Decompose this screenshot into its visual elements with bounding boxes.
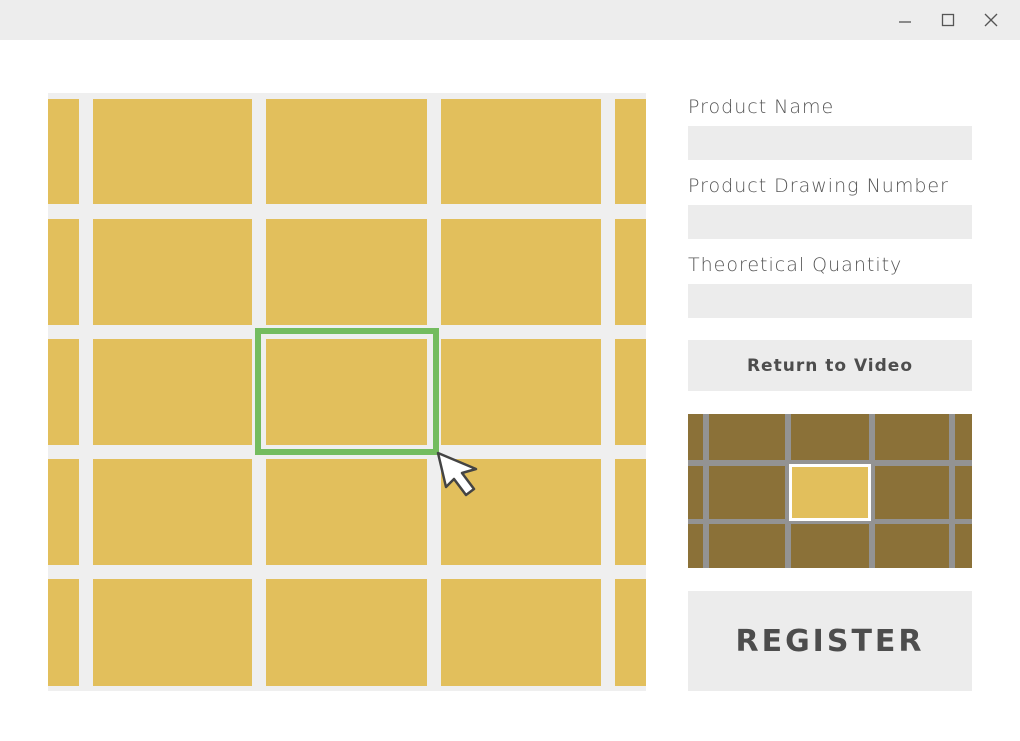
minimap-cell[interactable] — [688, 466, 703, 519]
return-to-video-button[interactable]: Return to Video — [688, 340, 972, 391]
minimap-cell[interactable] — [688, 414, 703, 460]
grid-cell[interactable] — [93, 219, 252, 325]
theoretical-quantity-label: Theoretical Quantity — [688, 254, 903, 276]
grid-cell[interactable] — [615, 579, 646, 686]
grid-cell[interactable] — [441, 579, 601, 686]
minimap-cell[interactable] — [955, 466, 972, 519]
grid-cell[interactable] — [93, 99, 252, 204]
product-drawing-number-input[interactable] — [688, 205, 972, 239]
product-name-input[interactable] — [688, 126, 972, 160]
theoretical-quantity-input[interactable] — [688, 284, 972, 318]
product-name-label: Product Name — [688, 96, 835, 118]
minimap-cell[interactable] — [709, 414, 785, 460]
grid-cell[interactable] — [615, 219, 646, 325]
minimap-cell[interactable] — [791, 524, 869, 568]
title-bar — [0, 0, 1020, 40]
product-drawing-number-label: Product Drawing Number — [688, 175, 949, 197]
minimap-cell[interactable] — [955, 414, 972, 460]
grid-cell-selected[interactable] — [266, 339, 427, 445]
close-icon — [984, 13, 998, 27]
grid-cell[interactable] — [48, 219, 79, 325]
minimap[interactable] — [688, 414, 972, 568]
grid-cell[interactable] — [441, 219, 601, 325]
grid-cell[interactable] — [266, 219, 427, 325]
grid-cell[interactable] — [93, 339, 252, 445]
minimap-cell[interactable] — [955, 524, 972, 568]
grid-cell[interactable] — [615, 459, 646, 565]
grid-cell[interactable] — [48, 99, 79, 204]
grid-cell[interactable] — [48, 579, 79, 686]
minimize-button[interactable] — [885, 0, 925, 40]
minimap-cell[interactable] — [791, 414, 869, 460]
grid-cell[interactable] — [441, 99, 601, 204]
grid-cell[interactable] — [441, 339, 601, 445]
close-button[interactable] — [971, 0, 1011, 40]
maximize-icon — [941, 13, 955, 27]
minimap-cell[interactable] — [709, 466, 785, 519]
grid-cell[interactable] — [48, 339, 79, 445]
grid-cell[interactable] — [266, 99, 427, 204]
minimap-cell[interactable] — [875, 414, 949, 460]
minimap-cell[interactable] — [709, 524, 785, 568]
grid-cell[interactable] — [266, 579, 427, 686]
grid-cell[interactable] — [615, 99, 646, 204]
minimize-icon — [899, 21, 911, 23]
minimap-cell[interactable] — [688, 524, 703, 568]
grid-cell[interactable] — [93, 459, 252, 565]
grid-cell[interactable] — [93, 579, 252, 686]
minimap-cell-active[interactable] — [789, 464, 871, 521]
grid-view[interactable] — [48, 93, 646, 691]
minimap-cell[interactable] — [875, 466, 949, 519]
grid-cell[interactable] — [266, 459, 427, 565]
grid-cell[interactable] — [48, 459, 79, 565]
grid-cell[interactable] — [441, 459, 601, 565]
minimap-cell[interactable] — [875, 524, 949, 568]
register-button[interactable]: REGISTER — [688, 591, 972, 691]
grid-cell[interactable] — [615, 339, 646, 445]
maximize-button[interactable] — [928, 0, 968, 40]
